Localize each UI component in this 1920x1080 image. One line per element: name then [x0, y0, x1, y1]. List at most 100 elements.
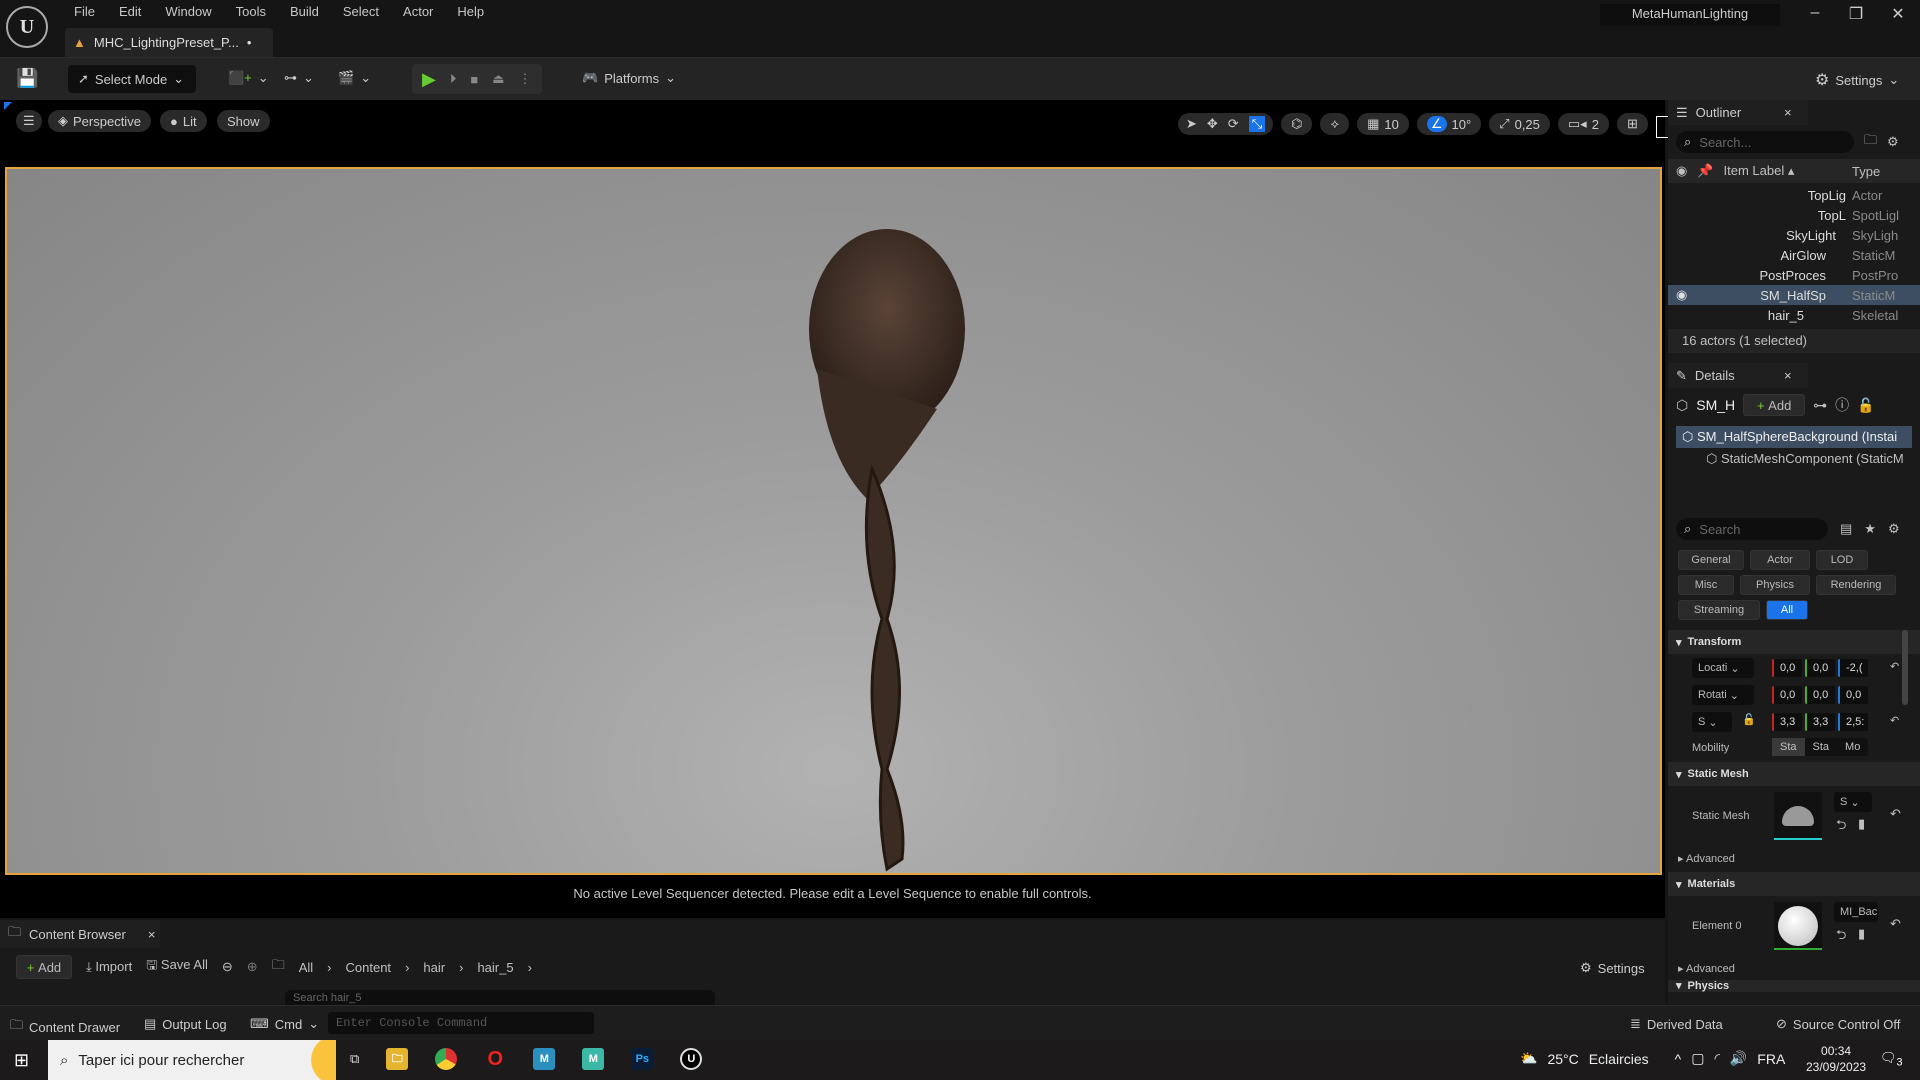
scale-x[interactable]: 3,3: [1772, 713, 1802, 731]
output-log-button[interactable]: ▤ Output Log: [144, 1016, 227, 1032]
breadcrumb-hair[interactable]: hair: [423, 960, 445, 975]
close-icon[interactable]: ×: [148, 927, 156, 942]
reset-icon[interactable]: ↶: [1890, 714, 1899, 727]
details-tab[interactable]: ✎ Details ×: [1668, 363, 1808, 388]
materials-section[interactable]: ▾ Materials: [1668, 872, 1920, 896]
location-dropdown[interactable]: Locati ⌄: [1692, 658, 1754, 678]
details-search-input[interactable]: ⌕ Search: [1676, 518, 1828, 540]
outliner-row[interactable]: TopL SpotLigl: [1668, 205, 1920, 225]
scale-z[interactable]: 2,5:: [1838, 713, 1868, 731]
select-mode-dropdown[interactable]: ➚ Select Mode ⌄: [68, 65, 196, 93]
grid-snap-button[interactable]: ▦ 10: [1357, 113, 1409, 135]
lock-icon[interactable]: 🔓: [1857, 397, 1874, 414]
photoshop-icon[interactable]: Ps: [631, 1048, 654, 1070]
console-input[interactable]: Enter Console Command: [328, 1012, 594, 1034]
cinematics-button[interactable]: 🎬 ⌄: [338, 70, 371, 86]
camera-speed-button[interactable]: ▭◂ 2: [1557, 113, 1609, 135]
content-settings-button[interactable]: ⚙ Settings: [1580, 960, 1645, 976]
minimize-button[interactable]: –: [1795, 4, 1835, 28]
filter-general[interactable]: General: [1678, 550, 1744, 570]
scale-lock-icon[interactable]: 🔓: [1742, 713, 1756, 726]
use-selected-icon[interactable]: ⮌: [1836, 926, 1846, 948]
filter-all[interactable]: All: [1766, 600, 1808, 620]
settings-button[interactable]: ⚙ Settings ⌄: [1815, 70, 1899, 90]
rotation-y[interactable]: 0,0: [1805, 686, 1835, 704]
scale-snap-button[interactable]: ⤢ 0,25: [1489, 113, 1550, 135]
filter-physics[interactable]: Physics: [1740, 575, 1810, 595]
notifications-icon[interactable]: 🗨3: [1880, 1050, 1903, 1069]
filter-misc[interactable]: Misc: [1678, 575, 1734, 595]
favorites-icon[interactable]: ★: [1864, 521, 1876, 537]
clock[interactable]: 00:34 23/09/2023: [1806, 1043, 1866, 1075]
scale-tool-icon[interactable]: ⤡: [1248, 116, 1266, 132]
advanced-expander[interactable]: ▸ Advanced: [1668, 958, 1920, 980]
mobility-static[interactable]: Sta: [1772, 738, 1805, 756]
reset-icon[interactable]: ↶: [1890, 660, 1899, 673]
location-z[interactable]: -2,(: [1838, 659, 1868, 677]
outliner-row[interactable]: TopLig Actor: [1668, 185, 1920, 205]
close-icon[interactable]: ×: [1784, 368, 1792, 383]
visibility-icon[interactable]: ◉: [1676, 163, 1687, 179]
material-picker[interactable]: MI_Bac: [1834, 902, 1878, 922]
windows-start-icon[interactable]: ⊞: [14, 1050, 29, 1071]
import-button[interactable]: ⤓ Import: [86, 959, 132, 975]
use-selected-icon[interactable]: ⮌: [1836, 816, 1846, 838]
outliner-tab[interactable]: ☰ Outliner ×: [1668, 100, 1808, 125]
restore-button[interactable]: ❐: [1836, 4, 1876, 28]
maya-2-icon[interactable]: M: [582, 1048, 605, 1070]
mobility-stationary[interactable]: Sta: [1805, 738, 1838, 756]
viewport-menu-button[interactable]: ☰: [16, 110, 42, 132]
opera-icon[interactable]: O: [484, 1048, 506, 1070]
advanced-expander[interactable]: ▸ Advanced: [1668, 848, 1920, 870]
outliner-search-input[interactable]: ⌕ Search...: [1676, 131, 1854, 153]
lit-button[interactable]: ● Lit: [160, 110, 207, 132]
rotation-dropdown[interactable]: Rotati ⌄: [1692, 685, 1754, 705]
menu-edit[interactable]: Edit: [107, 4, 153, 20]
location-y[interactable]: 0,0: [1805, 659, 1835, 677]
cmd-dropdown[interactable]: ⌨ Cmd ⌄: [250, 1016, 319, 1032]
outliner-row[interactable]: SkyLight SkyLigh: [1668, 225, 1920, 245]
outliner-row-selected[interactable]: ◉ SM_HalfSp StaticM: [1668, 285, 1920, 305]
add-folder-icon[interactable]: 🗀: [1864, 131, 1877, 153]
close-icon[interactable]: ×: [1784, 105, 1792, 120]
advance-frame-icon[interactable]: ⏵: [450, 71, 457, 87]
physics-section[interactable]: ▾ Physics: [1668, 980, 1920, 992]
column-item-label[interactable]: Item Label ▴: [1724, 163, 1795, 179]
gear-icon[interactable]: ⚙: [1887, 134, 1899, 150]
static-mesh-picker[interactable]: S ⌄: [1834, 792, 1872, 812]
derived-data-button[interactable]: ≣ Derived Data: [1630, 1016, 1723, 1032]
show-button[interactable]: Show: [217, 110, 270, 132]
save-icon[interactable]: 💾: [16, 68, 38, 89]
world-local-button[interactable]: ⌬: [1281, 113, 1313, 135]
mobility-movable[interactable]: Mo: [1837, 738, 1868, 756]
menu-tools[interactable]: Tools: [224, 4, 278, 20]
content-drawer-button[interactable]: 🗀 Content Drawer: [10, 1016, 120, 1038]
static-mesh-thumbnail[interactable]: [1774, 792, 1822, 840]
unreal-engine-icon[interactable]: U: [680, 1048, 703, 1070]
eject-icon[interactable]: ⏏: [492, 71, 504, 87]
surface-snap-button[interactable]: ⟡: [1320, 113, 1350, 135]
select-tool-icon[interactable]: ➤: [1186, 116, 1197, 132]
forward-icon[interactable]: ⊕: [247, 959, 258, 975]
source-control-button[interactable]: ⊘ Source Control Off: [1776, 1016, 1900, 1032]
perspective-button[interactable]: ◈ Perspective: [48, 110, 151, 132]
task-view-icon[interactable]: ⧉: [350, 1051, 359, 1067]
file-explorer-icon[interactable]: 🗀: [386, 1048, 409, 1070]
content-search-input[interactable]: Search hair_5: [285, 990, 715, 1005]
browse-icon[interactable]: ▮: [1858, 816, 1865, 832]
filter-lod[interactable]: LOD: [1816, 550, 1868, 570]
taskbar-search-input[interactable]: ⌕ Taper ici pour rechercher: [48, 1040, 336, 1080]
static-mesh-section[interactable]: ▾ Static Mesh: [1668, 762, 1920, 786]
content-browser-tab[interactable]: 🗀 Content Browser ×: [0, 920, 160, 948]
scale-y[interactable]: 3,3: [1805, 713, 1835, 731]
menu-file[interactable]: File: [62, 4, 107, 20]
blueprint-icon[interactable]: ⊶: [1813, 397, 1827, 414]
menu-select[interactable]: Select: [331, 4, 391, 20]
breadcrumb-hair-5[interactable]: hair_5: [477, 960, 513, 975]
details-scrollbar[interactable]: [1902, 630, 1908, 705]
more-options-icon[interactable]: ⋮: [519, 71, 532, 87]
component-tree-root[interactable]: ⬡ SM_HalfSphereBackground (Instai: [1676, 426, 1912, 448]
outliner-row[interactable]: AirGlow StaticM: [1668, 245, 1920, 265]
breadcrumb-all[interactable]: All: [299, 960, 313, 975]
component-tree-item[interactable]: ⬡ StaticMeshComponent (StaticM: [1706, 448, 1920, 470]
